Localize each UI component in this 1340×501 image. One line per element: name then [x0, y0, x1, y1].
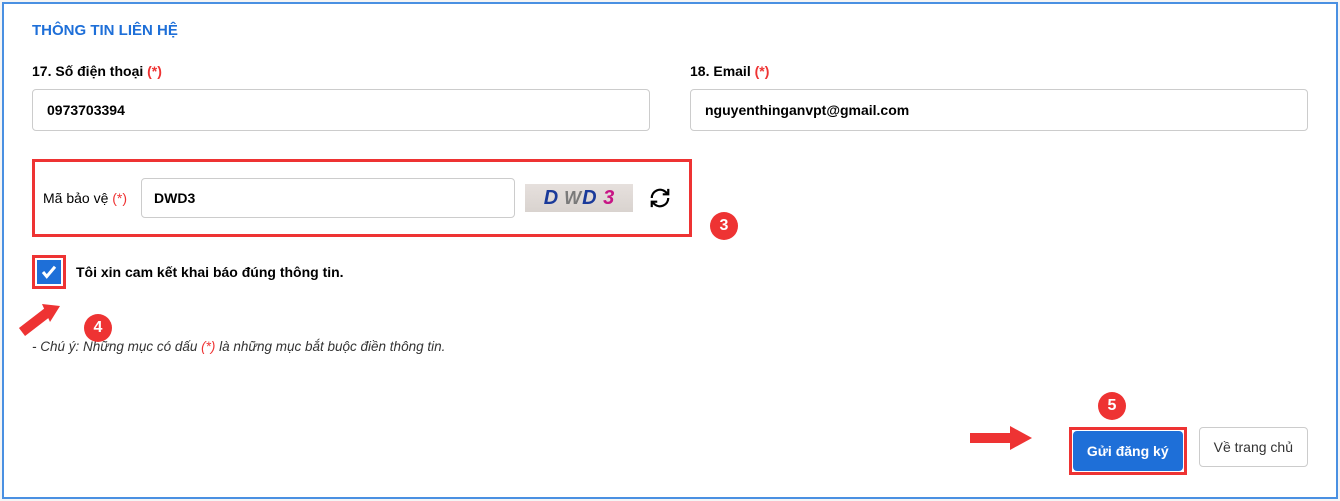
captcha-image: D W D 3	[525, 184, 633, 212]
submit-button[interactable]: Gửi đăng ký	[1073, 431, 1183, 471]
arrow-icon-5	[966, 424, 1036, 450]
badge-3: 3	[710, 212, 738, 240]
fields-row: 17. Số điện thoại (*) 18. Email (*)	[32, 63, 1308, 131]
phone-field: 17. Số điện thoại (*)	[32, 63, 650, 131]
email-label: 18. Email (*)	[690, 63, 1308, 79]
checkbox-highlight	[32, 255, 66, 289]
captcha-refresh-icon[interactable]	[643, 181, 677, 215]
home-button[interactable]: Về trang chủ	[1199, 427, 1308, 467]
badge-4: 4	[84, 314, 112, 342]
captcha-input[interactable]	[141, 178, 515, 218]
consent-row: Tôi xin cam kết khai báo đúng thông tin.	[32, 255, 1308, 289]
phone-input[interactable]	[32, 89, 650, 131]
submit-highlight: Gửi đăng ký	[1069, 427, 1187, 475]
captcha-row: Mã bảo vệ (*) D W D 3	[32, 159, 692, 237]
arrow-icon-4	[14, 300, 74, 340]
consent-checkbox[interactable]	[37, 260, 61, 284]
email-field: 18. Email (*)	[690, 63, 1308, 131]
phone-label: 17. Số điện thoại (*)	[32, 63, 650, 79]
email-input[interactable]	[690, 89, 1308, 131]
badge-5: 5	[1098, 392, 1126, 420]
action-buttons: Gửi đăng ký Về trang chủ	[1069, 427, 1308, 475]
captcha-label: Mã bảo vệ (*)	[43, 190, 127, 206]
consent-label: Tôi xin cam kết khai báo đúng thông tin.	[76, 264, 344, 280]
note-text: - Chú ý: Những mục có dấu (*) là những m…	[32, 339, 1308, 354]
section-title: THÔNG TIN LIÊN HỆ	[32, 22, 1308, 39]
form-container: THÔNG TIN LIÊN HỆ 17. Số điện thoại (*) …	[2, 2, 1338, 499]
